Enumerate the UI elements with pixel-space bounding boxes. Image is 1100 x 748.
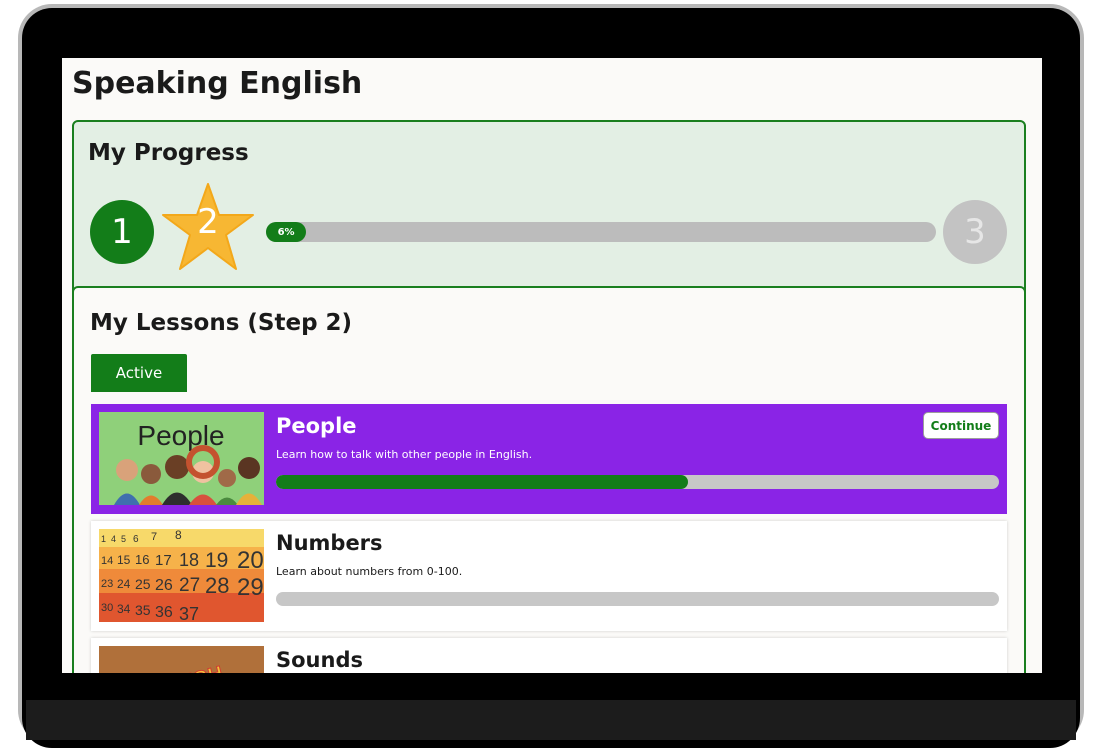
svg-text:28: 28 xyxy=(205,573,229,598)
lesson-progress-fill xyxy=(276,475,689,489)
svg-text:1: 1 xyxy=(101,534,106,544)
svg-text:6: 6 xyxy=(133,534,139,545)
page-title: Speaking English xyxy=(72,66,363,101)
lesson-progress-bar xyxy=(276,592,999,606)
svg-text:29: 29 xyxy=(237,574,264,601)
step-progress-bar: 6% xyxy=(266,222,936,242)
people-thumbnail: People xyxy=(99,412,264,505)
step-number: 2 xyxy=(197,202,219,242)
continue-button[interactable]: Continue xyxy=(923,412,999,439)
lesson-description: Learn about numbers from 0-100. xyxy=(276,565,463,578)
svg-text:25: 25 xyxy=(135,576,151,592)
svg-text:14: 14 xyxy=(101,555,113,567)
lesson-title: Numbers xyxy=(276,531,383,555)
lessons-panel: My Lessons (Step 2) Active People People… xyxy=(72,286,1026,673)
numbers-thumbnail: 1 4 5 6 7 8 14 15 16 17 18 19 20 23 24 2… xyxy=(99,529,264,622)
svg-text:7: 7 xyxy=(151,531,157,543)
svg-text:27: 27 xyxy=(179,575,200,596)
lesson-description: Learn how to talk with other people in E… xyxy=(276,448,533,461)
lessons-title: My Lessons (Step 2) xyxy=(90,310,353,336)
svg-text:36: 36 xyxy=(155,604,173,621)
lesson-card-people[interactable]: People People Learn how to talk with oth… xyxy=(91,404,1007,514)
step-upcoming-badge: 3 xyxy=(943,200,1007,264)
svg-text:37: 37 xyxy=(179,604,199,622)
svg-text:23: 23 xyxy=(101,578,113,590)
svg-text:5: 5 xyxy=(121,534,126,544)
svg-text:30: 30 xyxy=(101,602,113,614)
lesson-card-numbers[interactable]: 1 4 5 6 7 8 14 15 16 17 18 19 20 23 24 2… xyxy=(91,521,1007,631)
lesson-title: Sounds xyxy=(276,648,363,672)
step-number: 1 xyxy=(111,212,133,252)
svg-text:8: 8 xyxy=(175,529,182,542)
svg-text:18: 18 xyxy=(179,550,199,570)
tab-active[interactable]: Active xyxy=(91,354,187,392)
svg-text:34: 34 xyxy=(117,602,131,616)
people-thumbnail-label: People xyxy=(137,420,224,451)
progress-panel: My Progress 1 2 6% 3 xyxy=(72,120,1026,296)
lesson-progress-bar xyxy=(276,475,999,489)
svg-text:26: 26 xyxy=(155,577,173,594)
svg-text:24: 24 xyxy=(117,577,131,591)
svg-text:16: 16 xyxy=(135,552,149,567)
step-number: 3 xyxy=(964,212,986,252)
lesson-title: People xyxy=(276,414,357,438)
step-current-star-icon: 2 xyxy=(160,182,256,274)
step-complete-badge: 1 xyxy=(90,200,154,264)
svg-text:4: 4 xyxy=(111,534,116,544)
svg-text:15: 15 xyxy=(117,553,131,567)
svg-text:17: 17 xyxy=(155,552,172,569)
step-progress-percent: 6% xyxy=(277,226,295,238)
progress-title: My Progress xyxy=(88,140,249,166)
step-progress-fill: 6% xyxy=(266,222,307,242)
svg-text:19: 19 xyxy=(205,549,228,572)
svg-text:35: 35 xyxy=(135,602,151,618)
app-screen: Speaking English My Progress 1 2 6% 3 My… xyxy=(62,58,1042,673)
svg-text:20: 20 xyxy=(237,547,264,574)
device-chin xyxy=(26,700,1076,740)
lesson-card-sounds[interactable]: ABCDEFGH Sounds xyxy=(91,638,1007,673)
sounds-thumbnail: ABCDEFGH xyxy=(99,646,264,673)
